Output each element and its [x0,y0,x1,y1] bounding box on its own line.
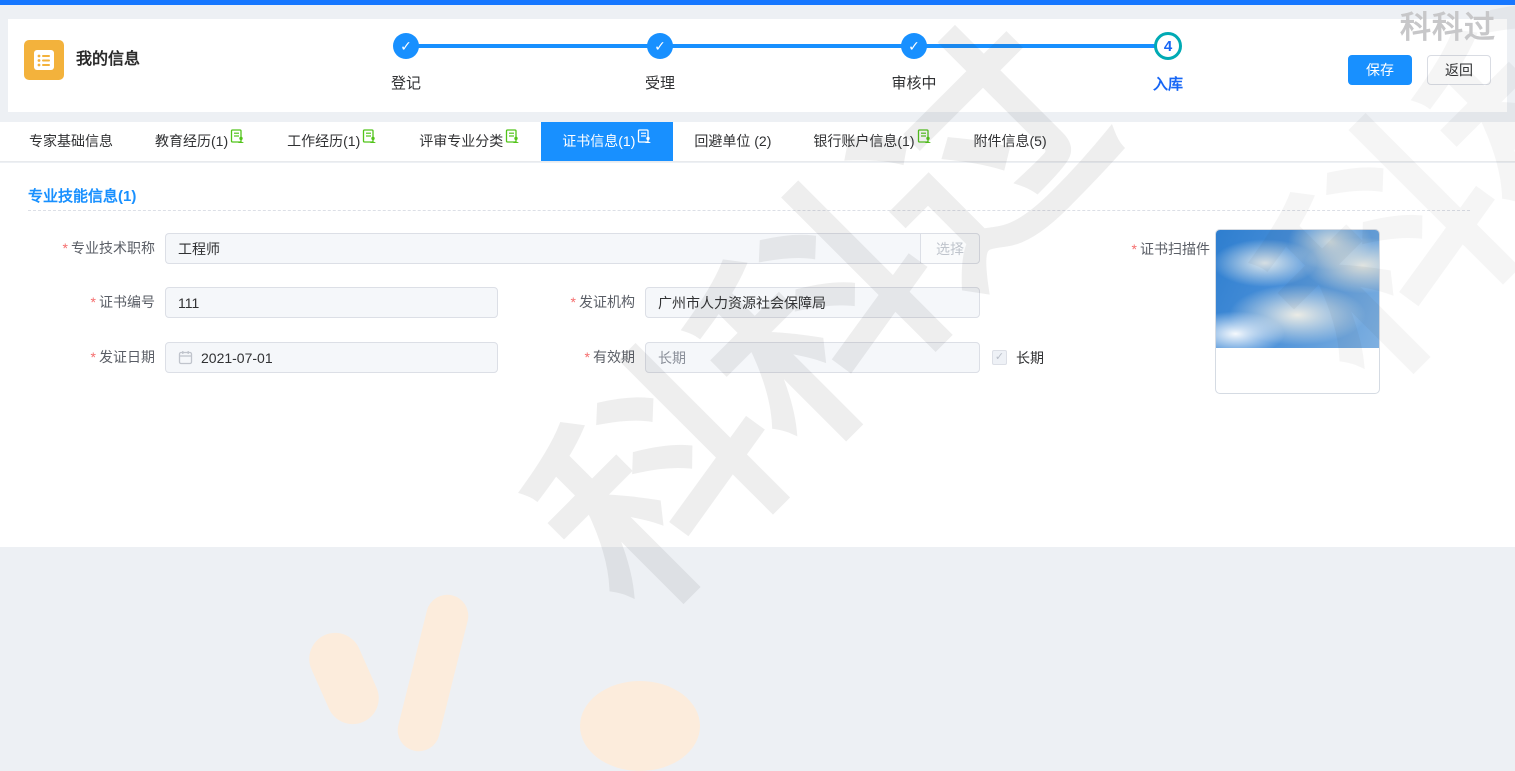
tabs-bar: 专家基础信息 教育经历(1) 工作经历(1) 评审专业分类 [0,122,1515,162]
issue-date-input[interactable]: 2021-07-01 [165,342,498,373]
header-actions: 保存 返回 [1348,55,1491,85]
tab-label: 回避单位 (2) [694,122,771,161]
decorative-shape [301,625,387,733]
issue-date-value: 2021-07-01 [201,350,273,366]
stepper-line [406,44,1168,48]
cert-number-input[interactable]: 111 [165,287,498,318]
form-user-icon [230,129,245,144]
save-button[interactable]: 保存 [1348,55,1412,85]
page-title-block: 我的信息 [24,40,140,80]
step-label: 受理 [600,72,720,93]
tab-bank-account-info[interactable]: 银行账户信息(1) [792,122,952,161]
required-marker: * [91,349,96,365]
professional-title-group: 工程师 选择 [165,233,980,264]
tab-certificate-info-active[interactable]: 证书信息(1) [541,122,673,161]
field-label-issue-date: *发证日期 [0,342,165,373]
required-marker: * [63,240,68,256]
step-label: 登记 [346,72,466,93]
tab-review-specialty[interactable]: 评审专业分类 [398,122,541,161]
tab-education-history[interactable]: 教育经历(1) [134,122,266,161]
certificate-info-panel: 专业技能信息(1) *专业技术职称 工程师 选择 *证书编号 111 *发证机构… [0,163,1515,547]
page-title: 我的信息 [76,40,140,80]
list-form-icon [33,49,55,71]
professional-title-input[interactable]: 工程师 [165,233,920,264]
decorative-shape [580,681,700,771]
section-divider [28,210,1470,211]
step-label: 入库 [1108,73,1228,94]
step-number-badge: 4 [1154,32,1182,60]
step-done-check-icon [647,33,673,59]
step-done-check-icon [901,33,927,59]
calendar-icon [178,350,193,365]
field-label-cert-number: *证书编号 [0,287,165,318]
step-label: 审核中 [854,72,974,93]
form-user-icon [505,129,520,144]
step-stored-current: 4 入库 [1108,33,1228,94]
tab-avoidance-units[interactable]: 回避单位 (2) [673,122,792,161]
tab-label: 工作经历(1) [287,122,360,161]
tab-expert-basic-info[interactable]: 专家基础信息 [8,122,134,161]
select-button[interactable]: 选择 [920,233,980,264]
step-reviewing: 审核中 [854,33,974,93]
issuer-input[interactable]: 广州市人力资源社会保障局 [645,287,980,318]
required-marker: * [585,349,590,365]
validity-input[interactable]: 长期 [645,342,980,373]
tab-work-history[interactable]: 工作经历(1) [266,122,398,161]
required-marker: * [91,294,96,310]
my-info-icon [24,40,64,80]
tab-label: 教育经历(1) [155,122,228,161]
step-accepted: 受理 [600,33,720,93]
progress-stepper: 登记 受理 审核中 4 入库 [406,33,1168,103]
header-card: 我的信息 登记 受理 审核中 4 入库 保存 返回 [8,19,1507,112]
step-register: 登记 [346,33,466,93]
tab-label: 银行账户信息(1) [813,122,914,161]
tab-label: 证书信息(1) [562,122,635,161]
form-user-icon [637,129,652,144]
certificate-scan-image [1216,230,1379,348]
section-title: 专业技能信息(1) [28,185,136,206]
field-label-professional-title: *专业技术职称 [0,233,165,264]
certificate-scan-thumbnail[interactable] [1215,229,1380,394]
required-marker: * [1132,241,1137,257]
tab-label: 附件信息(5) [974,122,1047,161]
long-term-checkbox-label: 长期 [1016,348,1044,368]
form-user-icon [362,129,377,144]
tab-label: 专家基础信息 [29,122,113,161]
long-term-checkbox[interactable] [992,350,1007,365]
required-marker: * [571,294,576,310]
field-label-issuer: *发证机构 [498,287,645,318]
step-done-check-icon [393,33,419,59]
decorative-shape [393,590,472,755]
field-label-cert-scan: *证书扫描件 [1105,239,1210,259]
tab-attachment-info[interactable]: 附件信息(5) [953,122,1068,161]
tab-label: 评审专业分类 [419,122,503,161]
back-button[interactable]: 返回 [1427,55,1491,85]
long-term-checkbox-wrap: 长期 [992,348,1044,368]
top-accent-bar [0,0,1515,5]
form-user-icon [917,129,932,144]
field-label-validity: *有效期 [498,342,645,373]
